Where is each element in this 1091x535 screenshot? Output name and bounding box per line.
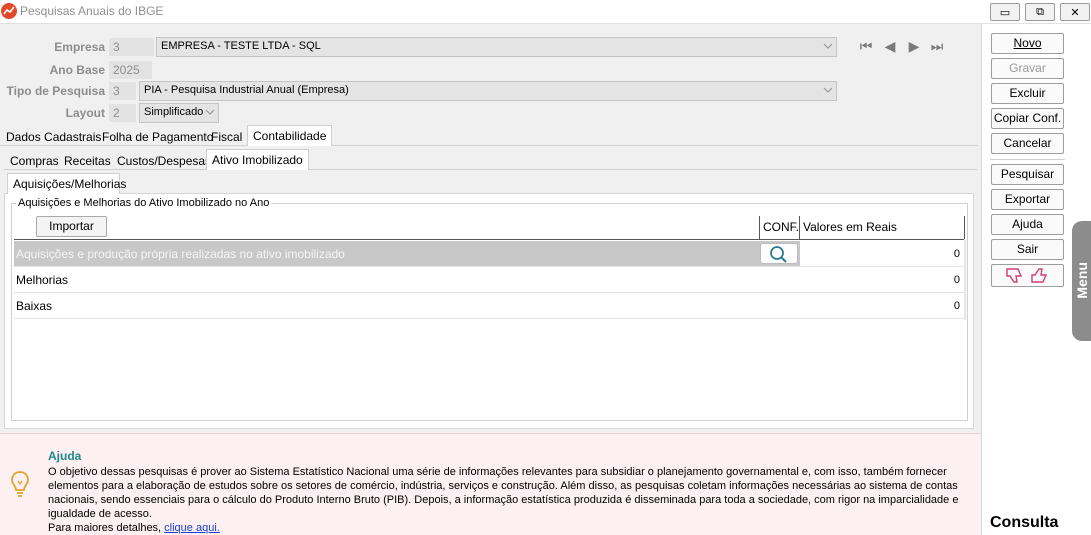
help-body: O objetivo dessas pesquisas é prover ao … [48,466,959,520]
tab-receitas[interactable]: Receitas [58,150,117,170]
layout-select-value: Simplificado [144,106,204,118]
tipo-pesquisa-select-value: PIA - Pesquisa Industrial Anual (Empresa… [144,84,349,96]
help-more-prefix: Para maiores detalhes, [48,522,165,534]
empresa-code-field[interactable]: 3 [109,38,154,56]
table-row[interactable]: Baixas 0 [14,293,964,319]
chevron-down-icon [205,109,215,115]
thumbs-up-icon[interactable] [1029,266,1051,284]
previous-record-icon[interactable]: ◀ [881,38,899,54]
pesquisar-button[interactable]: Pesquisar [991,164,1064,185]
copiar-conf-button[interactable]: Copiar Conf. [991,108,1064,129]
grid-col-description [14,216,760,239]
layout-label: Layout [65,106,105,120]
lightbulb-icon [11,471,29,497]
feedback-box [991,264,1064,287]
side-menu-label: Menu [1074,262,1090,299]
table-row[interactable]: Melhorias 0 [14,267,964,293]
grid-col-conf: CONF. [760,216,800,239]
tipo-pesquisa-select[interactable]: PIA - Pesquisa Industrial Anual (Empresa… [139,81,837,101]
layout-select[interactable]: Simplificado [139,103,219,123]
ano-base-label: Ano Base [49,63,105,77]
row-value[interactable]: 0 [954,274,960,286]
title-bar [0,0,1091,24]
chevron-down-icon [823,43,833,49]
close-button[interactable]: ✕ [1060,3,1090,21]
row-value-cell[interactable]: 0 [800,241,964,266]
conf-button[interactable] [760,243,798,264]
close-icon: ✕ [1070,6,1080,19]
mode-label: Consulta [990,514,1059,531]
ano-base-field[interactable]: 2025 [109,61,152,79]
tipo-pesquisa-label: Tipo de Pesquisa [6,84,105,98]
row-value[interactable]: 0 [954,300,960,312]
tab-contabilidade[interactable]: Contabilidade [247,125,333,146]
cancelar-button[interactable]: Cancelar [991,133,1064,154]
empresa-label: Empresa [54,40,105,54]
layout-code-field[interactable]: 2 [109,104,136,122]
app-icon [1,3,17,19]
excluir-button[interactable]: Excluir [991,83,1064,104]
window-title: Pesquisas Anuais do IBGE [20,4,164,18]
grid: Importar CONF. Valores em Reais Aquisiçõ… [14,216,966,416]
help-text: O objetivo dessas pesquisas é prover ao … [48,465,978,535]
chevron-down-icon [823,87,833,93]
grid-scroll-edge [964,240,966,320]
tab-dados-cadastrais[interactable]: Dados Cadastrais [0,126,107,146]
tab-ativo-imobilizado[interactable]: Ativo Imobilizado [206,149,309,170]
row-value: 0 [953,248,960,260]
novo-button[interactable]: Novo [991,33,1064,54]
help-more-link[interactable]: clique aqui. [164,522,220,534]
empresa-select[interactable]: EMPRESA - TESTE LTDA - SQL [156,37,837,57]
table-row[interactable]: Aquisições e produção própria realizadas… [14,241,964,267]
next-record-icon[interactable]: ▶ [905,38,923,54]
tab-aquisicoes-melhorias[interactable]: Aquisições/Melhorias [7,173,126,194]
first-record-icon[interactable]: ⏮ [857,38,875,54]
search-icon [770,246,787,263]
empresa-select-value: EMPRESA - TESTE LTDA - SQL [161,40,321,52]
help-title: Ajuda [48,449,82,463]
minimize-icon: ▭ [999,6,1011,19]
grid-col-valores: Valores em Reais [800,216,965,239]
minimize-button[interactable]: ▭ [990,3,1020,21]
restore-button[interactable]: ⧉ [1025,3,1055,21]
exportar-button[interactable]: Exportar [991,189,1064,210]
row-label: Aquisições e produção própria realizadas… [16,247,345,261]
tipo-pesquisa-code-field[interactable]: 3 [109,82,136,100]
row-label: Melhorias [16,273,69,287]
thumbs-down-icon[interactable] [1004,267,1026,285]
tab-compras[interactable]: Compras [4,150,65,170]
last-record-icon[interactable]: ⏭ [928,38,946,54]
tab-custos-despesas[interactable]: Custos/Despesas [111,150,217,170]
sair-button[interactable]: Sair [991,239,1064,260]
gravar-button[interactable]: Gravar [991,58,1064,79]
row-label: Baixas [16,299,53,313]
restore-icon: ⧉ [1036,5,1044,18]
sidebar-divider [990,159,1065,160]
tab-folha-de-pagamento[interactable]: Folha de Pagamento [96,126,219,146]
group-title: Aquisições e Melhorias do Ativo Imobiliz… [16,197,272,209]
ajuda-button[interactable]: Ajuda [991,214,1064,235]
tab-fiscal[interactable]: Fiscal [205,126,248,146]
